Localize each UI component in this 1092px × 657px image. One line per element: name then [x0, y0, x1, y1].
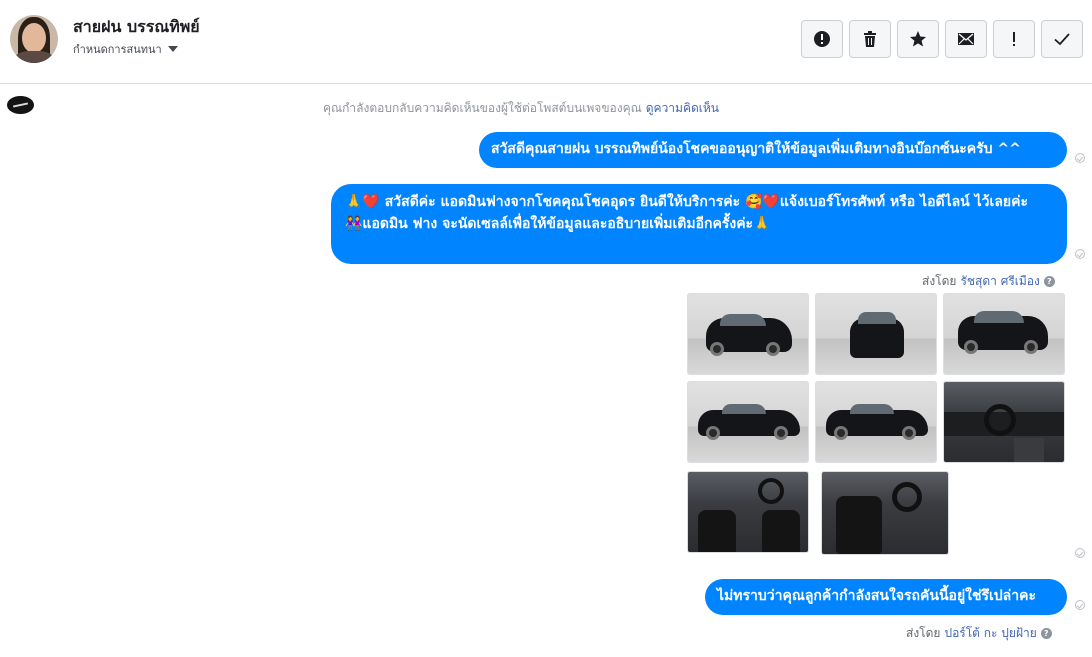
exclamation-icon: [1013, 32, 1015, 46]
trash-icon: [864, 31, 876, 47]
sent-by-line: ส่งโดย รัชสุดา ศรีเมือง?: [922, 272, 1055, 291]
star-button[interactable]: [897, 20, 939, 58]
photo-car-rear-right[interactable]: [943, 293, 1065, 375]
photo-car-dashboard[interactable]: [943, 381, 1065, 463]
sender-name[interactable]: รัชสุดา ศรีเมือง: [960, 272, 1039, 291]
conversation-label-dropdown[interactable]: กำหนดการสนทนา: [73, 40, 178, 58]
sender-name[interactable]: ปอร์โต้ กะ ปุยฝ้าย: [944, 624, 1036, 643]
photo-car-front-seats[interactable]: [687, 471, 809, 553]
mark-done-button[interactable]: [1041, 20, 1083, 58]
sent-by-line: ส่งโดย ปอร์โต้ กะ ปุยฝ้าย?: [906, 624, 1052, 643]
seen-check-icon: [1075, 153, 1085, 163]
message-bubble[interactable]: สวัสดีคุณสายฝน บรรณทิพย์น้องโชคขออนุญาติ…: [479, 132, 1067, 168]
message-line: 🙏❤️ สวัสดีค่ะ แอดมินฟางจากโชคคุณโชคอุดร …: [345, 194, 1028, 210]
photo-car-front-left[interactable]: [687, 293, 809, 375]
photo-car-side-left[interactable]: [687, 381, 809, 463]
help-icon[interactable]: ?: [1043, 276, 1055, 287]
seen-check-icon: [1075, 600, 1085, 610]
message-bubble[interactable]: ไม่ทราบว่าคุณลูกค้ากำลังสนใจรถคันนี้อยู่…: [705, 579, 1067, 615]
seen-check-icon: [1075, 249, 1085, 259]
photo-car-driver-seat[interactable]: [821, 471, 949, 555]
message-bubble[interactable]: 🙏❤️ สวัสดีค่ะ แอดมินฟางจากโชคคุณโชคอุดร …: [331, 184, 1067, 264]
contact-name[interactable]: สายฝน บรรณทิพย์: [73, 15, 200, 40]
help-icon[interactable]: ?: [1040, 628, 1052, 639]
conversation-label-text: กำหนดการสนทนา: [73, 43, 162, 56]
caret-down-icon: [167, 46, 178, 52]
seen-check-icon: [1075, 548, 1085, 558]
delete-button[interactable]: [849, 20, 891, 58]
page-logo: [7, 96, 34, 114]
mark-unread-button[interactable]: [945, 20, 987, 58]
conversation-header: สายฝน บรรณทิพย์ กำหนดการสนทนา: [0, 0, 1092, 84]
envelope-icon: [958, 33, 974, 45]
star-icon: [910, 31, 926, 47]
report-button[interactable]: [801, 20, 843, 58]
comment-reply-notice: คุณกำลังตอบกลับความคิดเห็นของผู้ใช้ต่อโพ…: [323, 99, 719, 118]
sent-by-prefix: ส่งโดย: [922, 274, 957, 288]
sent-by-prefix: ส่งโดย: [906, 626, 941, 640]
alert-circle-icon: [814, 31, 830, 47]
contact-avatar[interactable]: [10, 15, 58, 63]
notice-text: คุณกำลังตอบกลับความคิดเห็นของผู้ใช้ต่อโพ…: [323, 101, 642, 115]
message-line: 👭แอดมิน ฟาง จะนัดเซลล์เพื่อให้ข้อมูลและอ…: [345, 216, 771, 232]
photo-car-front[interactable]: [815, 293, 937, 375]
view-comment-link[interactable]: ดูความคิดเห็น: [646, 101, 719, 115]
photo-car-side-left-2[interactable]: [815, 381, 937, 463]
follow-up-button[interactable]: [993, 20, 1035, 58]
check-icon: [1054, 33, 1070, 46]
conversation-toolbar: [801, 20, 1083, 58]
